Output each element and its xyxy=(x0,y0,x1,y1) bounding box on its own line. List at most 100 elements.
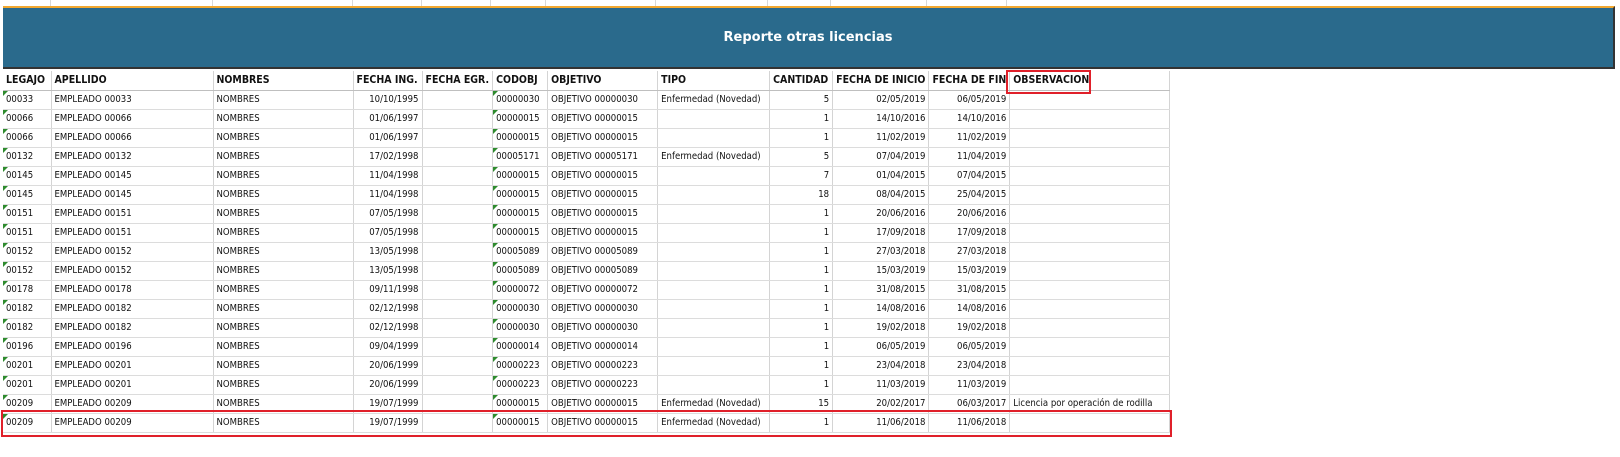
cell-nombres[interactable]: NOMBRES xyxy=(213,90,354,110)
cell-cantidad[interactable]: 18 xyxy=(769,185,834,205)
cell-observacion[interactable] xyxy=(1009,128,1171,148)
cell-cantidad[interactable]: 1 xyxy=(769,280,834,300)
cell-codobj[interactable]: 00005171 xyxy=(492,147,549,167)
cell-observacion[interactable] xyxy=(1009,280,1171,300)
cell-observacion[interactable] xyxy=(1009,109,1171,129)
cell-fecha-inicio[interactable]: 14/08/2016 xyxy=(832,299,930,319)
cell-objetivo[interactable]: OBJETIVO 00005171 xyxy=(547,147,659,167)
cell-objetivo[interactable]: OBJETIVO 00000015 xyxy=(547,223,659,243)
column-header-codobj[interactable]: CODOBJ xyxy=(492,71,549,91)
column-header-tipo[interactable]: TIPO xyxy=(657,71,771,91)
cell-codobj[interactable]: 00000015 xyxy=(492,109,549,129)
cell-fecha-inicio[interactable]: 01/04/2015 xyxy=(832,166,930,186)
cell-objetivo[interactable]: OBJETIVO 00000223 xyxy=(547,375,659,395)
cell-cantidad[interactable]: 1 xyxy=(769,204,834,224)
cell-fecha-inicio[interactable]: 17/09/2018 xyxy=(832,223,930,243)
cell-fecha-egr[interactable] xyxy=(422,109,494,129)
cell-tipo[interactable] xyxy=(657,223,771,243)
cell-fecha-ing[interactable]: 20/06/1999 xyxy=(353,375,423,395)
cell-fecha-fin[interactable]: 17/09/2018 xyxy=(928,223,1011,243)
cell-codobj[interactable]: 00000072 xyxy=(492,280,549,300)
cell-nombres[interactable]: NOMBRES xyxy=(213,299,354,319)
cell-codobj[interactable]: 00000014 xyxy=(492,337,549,357)
cell-observacion[interactable] xyxy=(1009,204,1171,224)
cell-tipo[interactable] xyxy=(657,337,771,357)
cell-fecha-ing[interactable]: 02/12/1998 xyxy=(353,299,423,319)
cell-codobj[interactable]: 00000030 xyxy=(492,90,549,110)
cell-apellido[interactable]: EMPLEADO 00151 xyxy=(51,204,214,224)
cell-nombres[interactable]: NOMBRES xyxy=(213,356,354,376)
cell-apellido[interactable]: EMPLEADO 00145 xyxy=(51,185,214,205)
column-header-apellido[interactable]: APELLIDO xyxy=(51,71,214,91)
cell-cantidad[interactable]: 1 xyxy=(769,223,834,243)
cell-fecha-egr[interactable] xyxy=(422,261,494,281)
cell-legajo[interactable]: 00196 xyxy=(3,337,52,357)
cell-fecha-egr[interactable] xyxy=(422,356,494,376)
cell-objetivo[interactable]: OBJETIVO 00000030 xyxy=(547,90,659,110)
cell-fecha-egr[interactable] xyxy=(422,375,494,395)
cell-fecha-inicio[interactable]: 31/08/2015 xyxy=(832,280,930,300)
cell-fecha-egr[interactable] xyxy=(422,280,494,300)
cell-fecha-fin[interactable]: 14/10/2016 xyxy=(928,109,1011,129)
cell-fecha-inicio[interactable]: 11/02/2019 xyxy=(832,128,930,148)
cell-nombres[interactable]: NOMBRES xyxy=(213,242,354,262)
cell-objetivo[interactable]: OBJETIVO 00000223 xyxy=(547,356,659,376)
cell-legajo[interactable]: 00178 xyxy=(3,280,52,300)
cell-tipo[interactable] xyxy=(657,204,771,224)
cell-apellido[interactable]: EMPLEADO 00151 xyxy=(51,223,214,243)
cell-codobj[interactable]: 00000015 xyxy=(492,128,549,148)
cell-nombres[interactable]: NOMBRES xyxy=(213,261,354,281)
column-header-cantidad[interactable]: CANTIDAD xyxy=(769,71,834,91)
cell-codobj[interactable]: 00000015 xyxy=(492,185,549,205)
cell-objetivo[interactable]: OBJETIVO 00000015 xyxy=(547,128,659,148)
cell-fecha-egr[interactable] xyxy=(422,185,494,205)
cell-nombres[interactable]: NOMBRES xyxy=(213,280,354,300)
cell-fecha-ing[interactable]: 13/05/1998 xyxy=(353,242,423,262)
cell-codobj[interactable]: 00000223 xyxy=(492,375,549,395)
column-header-legajo[interactable]: LEGAJO xyxy=(3,71,52,91)
cell-fecha-inicio[interactable]: 11/03/2019 xyxy=(832,375,930,395)
cell-observacion[interactable] xyxy=(1009,185,1171,205)
cell-observacion[interactable] xyxy=(1009,318,1171,338)
cell-observacion[interactable] xyxy=(1009,356,1171,376)
cell-fecha-egr[interactable] xyxy=(422,204,494,224)
cell-nombres[interactable]: NOMBRES xyxy=(213,375,354,395)
cell-codobj[interactable]: 00000015 xyxy=(492,204,549,224)
cell-legajo[interactable]: 00132 xyxy=(3,147,52,167)
cell-fecha-inicio[interactable]: 07/04/2019 xyxy=(832,147,930,167)
cell-legajo[interactable]: 00201 xyxy=(3,356,52,376)
cell-fecha-egr[interactable] xyxy=(422,242,494,262)
cell-observacion[interactable] xyxy=(1009,375,1171,395)
cell-observacion[interactable] xyxy=(1009,166,1171,186)
cell-fecha-fin[interactable]: 11/04/2019 xyxy=(928,147,1011,167)
cell-fecha-ing[interactable]: 13/05/1998 xyxy=(353,261,423,281)
cell-codobj[interactable]: 00000223 xyxy=(492,356,549,376)
cell-fecha-ing[interactable]: 01/06/1997 xyxy=(353,109,423,129)
cell-fecha-inicio[interactable]: 27/03/2018 xyxy=(832,242,930,262)
cell-fecha-fin[interactable]: 06/05/2019 xyxy=(928,90,1011,110)
cell-apellido[interactable]: EMPLEADO 00182 xyxy=(51,318,214,338)
cell-fecha-egr[interactable] xyxy=(422,337,494,357)
cell-tipo[interactable] xyxy=(657,318,771,338)
cell-fecha-ing[interactable]: 07/05/1998 xyxy=(353,204,423,224)
cell-legajo[interactable]: 00201 xyxy=(3,375,52,395)
cell-legajo[interactable]: 00152 xyxy=(3,242,52,262)
cell-cantidad[interactable]: 1 xyxy=(769,261,834,281)
cell-objetivo[interactable]: OBJETIVO 00005089 xyxy=(547,242,659,262)
cell-nombres[interactable]: NOMBRES xyxy=(213,204,354,224)
cell-nombres[interactable]: NOMBRES xyxy=(213,318,354,338)
cell-tipo[interactable] xyxy=(657,185,771,205)
cell-objetivo[interactable]: OBJETIVO 00000015 xyxy=(547,185,659,205)
cell-legajo[interactable]: 00152 xyxy=(3,261,52,281)
cell-apellido[interactable]: EMPLEADO 00152 xyxy=(51,242,214,262)
cell-fecha-ing[interactable]: 07/05/1998 xyxy=(353,223,423,243)
cell-tipo[interactable] xyxy=(657,261,771,281)
cell-fecha-inicio[interactable]: 06/05/2019 xyxy=(832,337,930,357)
cell-legajo[interactable]: 00182 xyxy=(3,299,52,319)
cell-cantidad[interactable]: 1 xyxy=(769,375,834,395)
column-header-fecha-ing[interactable]: FECHA ING. xyxy=(353,71,423,91)
cell-fecha-ing[interactable]: 20/06/1999 xyxy=(353,356,423,376)
cell-tipo[interactable] xyxy=(657,128,771,148)
cell-fecha-egr[interactable] xyxy=(422,166,494,186)
cell-cantidad[interactable]: 1 xyxy=(769,242,834,262)
